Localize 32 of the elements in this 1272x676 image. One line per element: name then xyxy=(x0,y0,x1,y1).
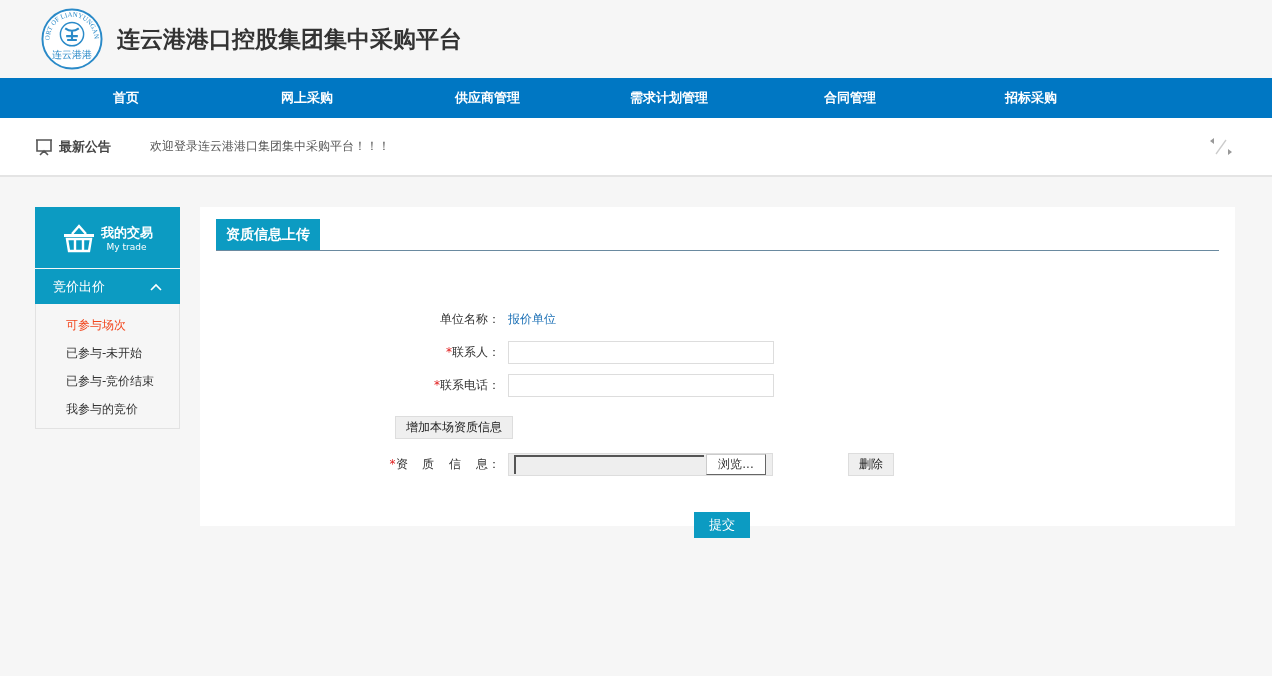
field-label: *联系电话： xyxy=(433,377,501,394)
input-field[interactable] xyxy=(508,374,774,397)
delete-button[interactable]: 删除 xyxy=(848,453,894,476)
basket-icon xyxy=(62,222,95,253)
sidebar-item[interactable]: 可参与场次 xyxy=(36,311,179,339)
site-title: 连云港港口控股集团集中采购平台 xyxy=(117,24,462,54)
pager-icon[interactable] xyxy=(1208,135,1234,158)
sidebar-item[interactable]: 已参与-未开始 xyxy=(36,339,179,367)
file-field[interactable]: 浏览... xyxy=(508,453,773,476)
sidebar-subtitle: My trade xyxy=(105,241,148,252)
sidebar-title: 我的交易 xyxy=(100,223,153,242)
chevron-icon xyxy=(150,282,162,291)
nav-link[interactable]: 供应商管理 xyxy=(397,78,578,118)
nav-link[interactable]: 网上采购 xyxy=(216,78,397,118)
nav-link[interactable]: 合同管理 xyxy=(759,78,940,118)
add-qualification-button[interactable]: 增加本场资质信息 xyxy=(395,416,513,439)
panel-title: 资质信息上传 xyxy=(216,219,320,250)
notice-heading: 最新公告 xyxy=(59,137,111,156)
field-label: 单位名称： xyxy=(439,311,501,328)
board-icon xyxy=(35,137,53,156)
notice-link[interactable]: 欢迎登录连云港港口集团集中采购平台！！！ xyxy=(150,138,1208,155)
field-label: *联系人： xyxy=(445,344,501,361)
sidebar-section[interactable]: 竞价出价 xyxy=(35,269,180,304)
input-field[interactable] xyxy=(508,341,774,364)
nav-link[interactable]: 需求计划管理 xyxy=(578,78,759,118)
nav-link[interactable]: 招标采购 xyxy=(940,78,1121,118)
submit-button[interactable]: 提交 xyxy=(694,512,750,538)
field-label: *资 质 信 息： xyxy=(388,456,501,473)
nav-link[interactable]: 首页 xyxy=(35,78,216,118)
field-value: 报价单位 xyxy=(508,311,556,328)
sidebar-item[interactable]: 已参与-竞价结束 xyxy=(36,367,179,395)
sidebar-item[interactable]: 我参与的竞价 xyxy=(36,395,179,423)
